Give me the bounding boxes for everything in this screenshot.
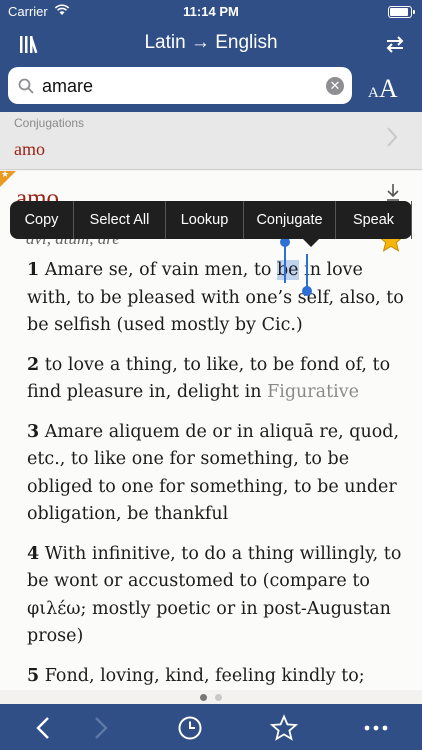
selection-start-stem [284, 245, 286, 283]
search-query[interactable]: amare [42, 76, 93, 97]
font-size-large-label: A [378, 74, 398, 103]
selection-end-stem [306, 254, 308, 288]
more-icon[interactable] [362, 714, 390, 742]
battery-icon [388, 6, 415, 18]
menu-item-select-all[interactable]: Select All [74, 201, 166, 239]
page-title: Latin → English [144, 32, 278, 53]
sense-text: With infinitive, to do a thing willingly… [27, 543, 402, 647]
bottom-toolbar [0, 704, 422, 750]
search-area: amare ✕ AA [0, 64, 422, 112]
edit-menu: Copy Select All Lookup Conjugate Speak [10, 201, 412, 247]
selected-word: be [276, 260, 299, 280]
favorites-icon[interactable] [269, 714, 299, 742]
font-size-button[interactable]: AA [368, 74, 398, 104]
navigation-bar: Latin → English [0, 24, 422, 64]
menu-item-lookup[interactable]: Lookup [166, 201, 244, 239]
menu-item-speak[interactable]: Speak [336, 201, 412, 239]
conjugations-label: Conjugations [14, 116, 85, 130]
sense-text: Amare aliquem de or in aliquā re, quod, … [27, 421, 400, 525]
back-icon[interactable] [30, 714, 58, 742]
conjugation-form: amo [14, 139, 45, 159]
edit-menu-arrow [303, 239, 319, 247]
font-size-small-label: A [368, 85, 379, 101]
history-icon[interactable] [176, 714, 204, 742]
sense-1: 1 Amare se, of vain men, to be in love w… [27, 257, 407, 340]
sense-number: 5 [27, 665, 40, 686]
chevron-right-icon [386, 126, 398, 155]
sense-2: 2 to love a thing, to like, to be fond o… [27, 352, 407, 407]
page-dot[interactable] [215, 694, 222, 701]
dictionary-entry: ★ amo āvī, ātum, āre 1 Amare se, of vain… [0, 171, 422, 690]
page-indicator [0, 690, 422, 704]
sense-number: 4 [27, 543, 40, 564]
menu-item-copy[interactable]: Copy [10, 201, 74, 239]
sense-list: 1 Amare se, of vain men, to be in love w… [27, 257, 407, 690]
sense-text: Amare se, of vain men, to [39, 260, 277, 280]
search-input[interactable]: amare ✕ [8, 67, 352, 104]
sense-number: 3 [27, 421, 40, 442]
clock: 11:14 PM [183, 4, 239, 19]
sense-3: 3 Amare aliquem de or in aliquā re, quod… [27, 419, 407, 529]
selection-end-handle[interactable] [302, 286, 312, 296]
sense-number: 2 [27, 354, 40, 375]
forward-icon[interactable] [86, 714, 114, 742]
sense-number: 1 [27, 260, 40, 280]
clear-icon[interactable]: ✕ [326, 77, 344, 95]
page-dot[interactable] [200, 694, 207, 701]
menu-item-conjugate[interactable]: Conjugate [244, 201, 336, 239]
sense-5: 5 Fond, loving, kind, feeling kindly to; [27, 663, 407, 691]
sense-text: Fond, loving, kind, feeling kindly to; [39, 665, 365, 686]
swap-direction-icon[interactable] [384, 33, 406, 55]
conjugations-row[interactable]: Conjugations amo [0, 112, 422, 170]
corner-star-icon: ★ [1, 171, 10, 179]
battery-fill [390, 8, 409, 16]
status-bar: Carrier 11:14 PM [0, 0, 422, 24]
usage-note: Figurative [267, 382, 359, 402]
sense-4: 4 With infinitive, to do a thing willing… [27, 541, 407, 651]
search-icon [18, 78, 34, 94]
